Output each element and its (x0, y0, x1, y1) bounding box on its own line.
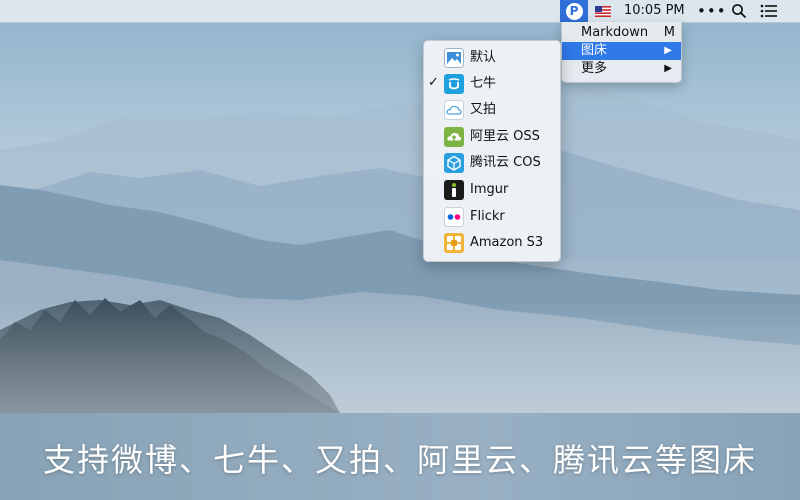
submenu-item-amazon-s3[interactable]: Amazon S3 (424, 230, 560, 256)
submenu-item-label: Flickr (470, 209, 505, 224)
menu-item-shortcut: M (663, 25, 675, 40)
menubar-clock[interactable]: 10:05 PM (624, 0, 685, 22)
submenu-item-label: 阿里云 OSS (470, 129, 540, 144)
app-status-item[interactable]: P (560, 0, 588, 22)
submenu-item-label: 默认 (470, 50, 497, 65)
submenu-arrow-icon: ▶ (664, 45, 672, 56)
submenu-arrow-icon: ▶ (664, 63, 672, 74)
submenu-item-imgur[interactable]: Imgur (424, 177, 560, 203)
app-dropdown-menu: Markdown M 图床 ▶ 更多 ▶ (561, 22, 682, 83)
tencent-cos-icon (444, 153, 464, 173)
submenu-item-label: 又拍 (470, 102, 497, 117)
submenu-item-aliyun-oss[interactable]: 阿里云 OSS (424, 124, 560, 150)
menu-item-image-host[interactable]: 图床 ▶ (562, 42, 681, 60)
submenu-item-label: 腾讯云 COS (470, 155, 541, 170)
spotlight-search-icon[interactable] (731, 3, 747, 19)
app-logo-icon: P (565, 2, 583, 20)
image-icon (444, 48, 464, 68)
submenu-item-tencent-cos[interactable]: 腾讯云 COS (424, 150, 560, 176)
checkmark-icon: ✓ (428, 75, 439, 90)
caption-band: 支持微博、七牛、又拍、阿里云、腾讯云等图床 (0, 413, 800, 500)
us-flag-icon[interactable] (595, 6, 611, 17)
flickr-icon (444, 207, 464, 227)
submenu-item-upyun[interactable]: 又拍 (424, 97, 560, 123)
imgur-icon (444, 180, 464, 200)
image-host-submenu: 默认 ✓ 七牛 又拍 阿里云 OSS 腾讯云 COS Imgur Flickr … (423, 40, 561, 262)
notification-center-icon[interactable] (760, 4, 778, 18)
amazon-s3-icon (444, 233, 464, 253)
submenu-item-default[interactable]: 默认 (424, 45, 560, 71)
menu-bar: P 10:05 PM ••• (0, 0, 800, 23)
aliyun-icon (444, 127, 464, 147)
more-dots-icon[interactable]: ••• (697, 0, 727, 22)
qiniu-icon (444, 74, 464, 94)
submenu-item-label: Imgur (470, 182, 509, 197)
menu-item-label: 更多 (581, 61, 608, 76)
cloud-icon (444, 100, 464, 120)
menu-item-markdown[interactable]: Markdown M (562, 24, 681, 42)
menu-item-label: Markdown (581, 25, 649, 40)
menu-item-label: 图床 (581, 43, 608, 58)
promo-caption: 支持微博、七牛、又拍、阿里云、腾讯云等图床 (42, 441, 757, 479)
submenu-item-label: 七牛 (470, 76, 497, 91)
submenu-item-qiniu[interactable]: ✓ 七牛 (424, 71, 560, 97)
submenu-item-label: Amazon S3 (470, 235, 544, 250)
submenu-item-flickr[interactable]: Flickr (424, 204, 560, 230)
menu-item-more[interactable]: 更多 ▶ (562, 60, 681, 78)
